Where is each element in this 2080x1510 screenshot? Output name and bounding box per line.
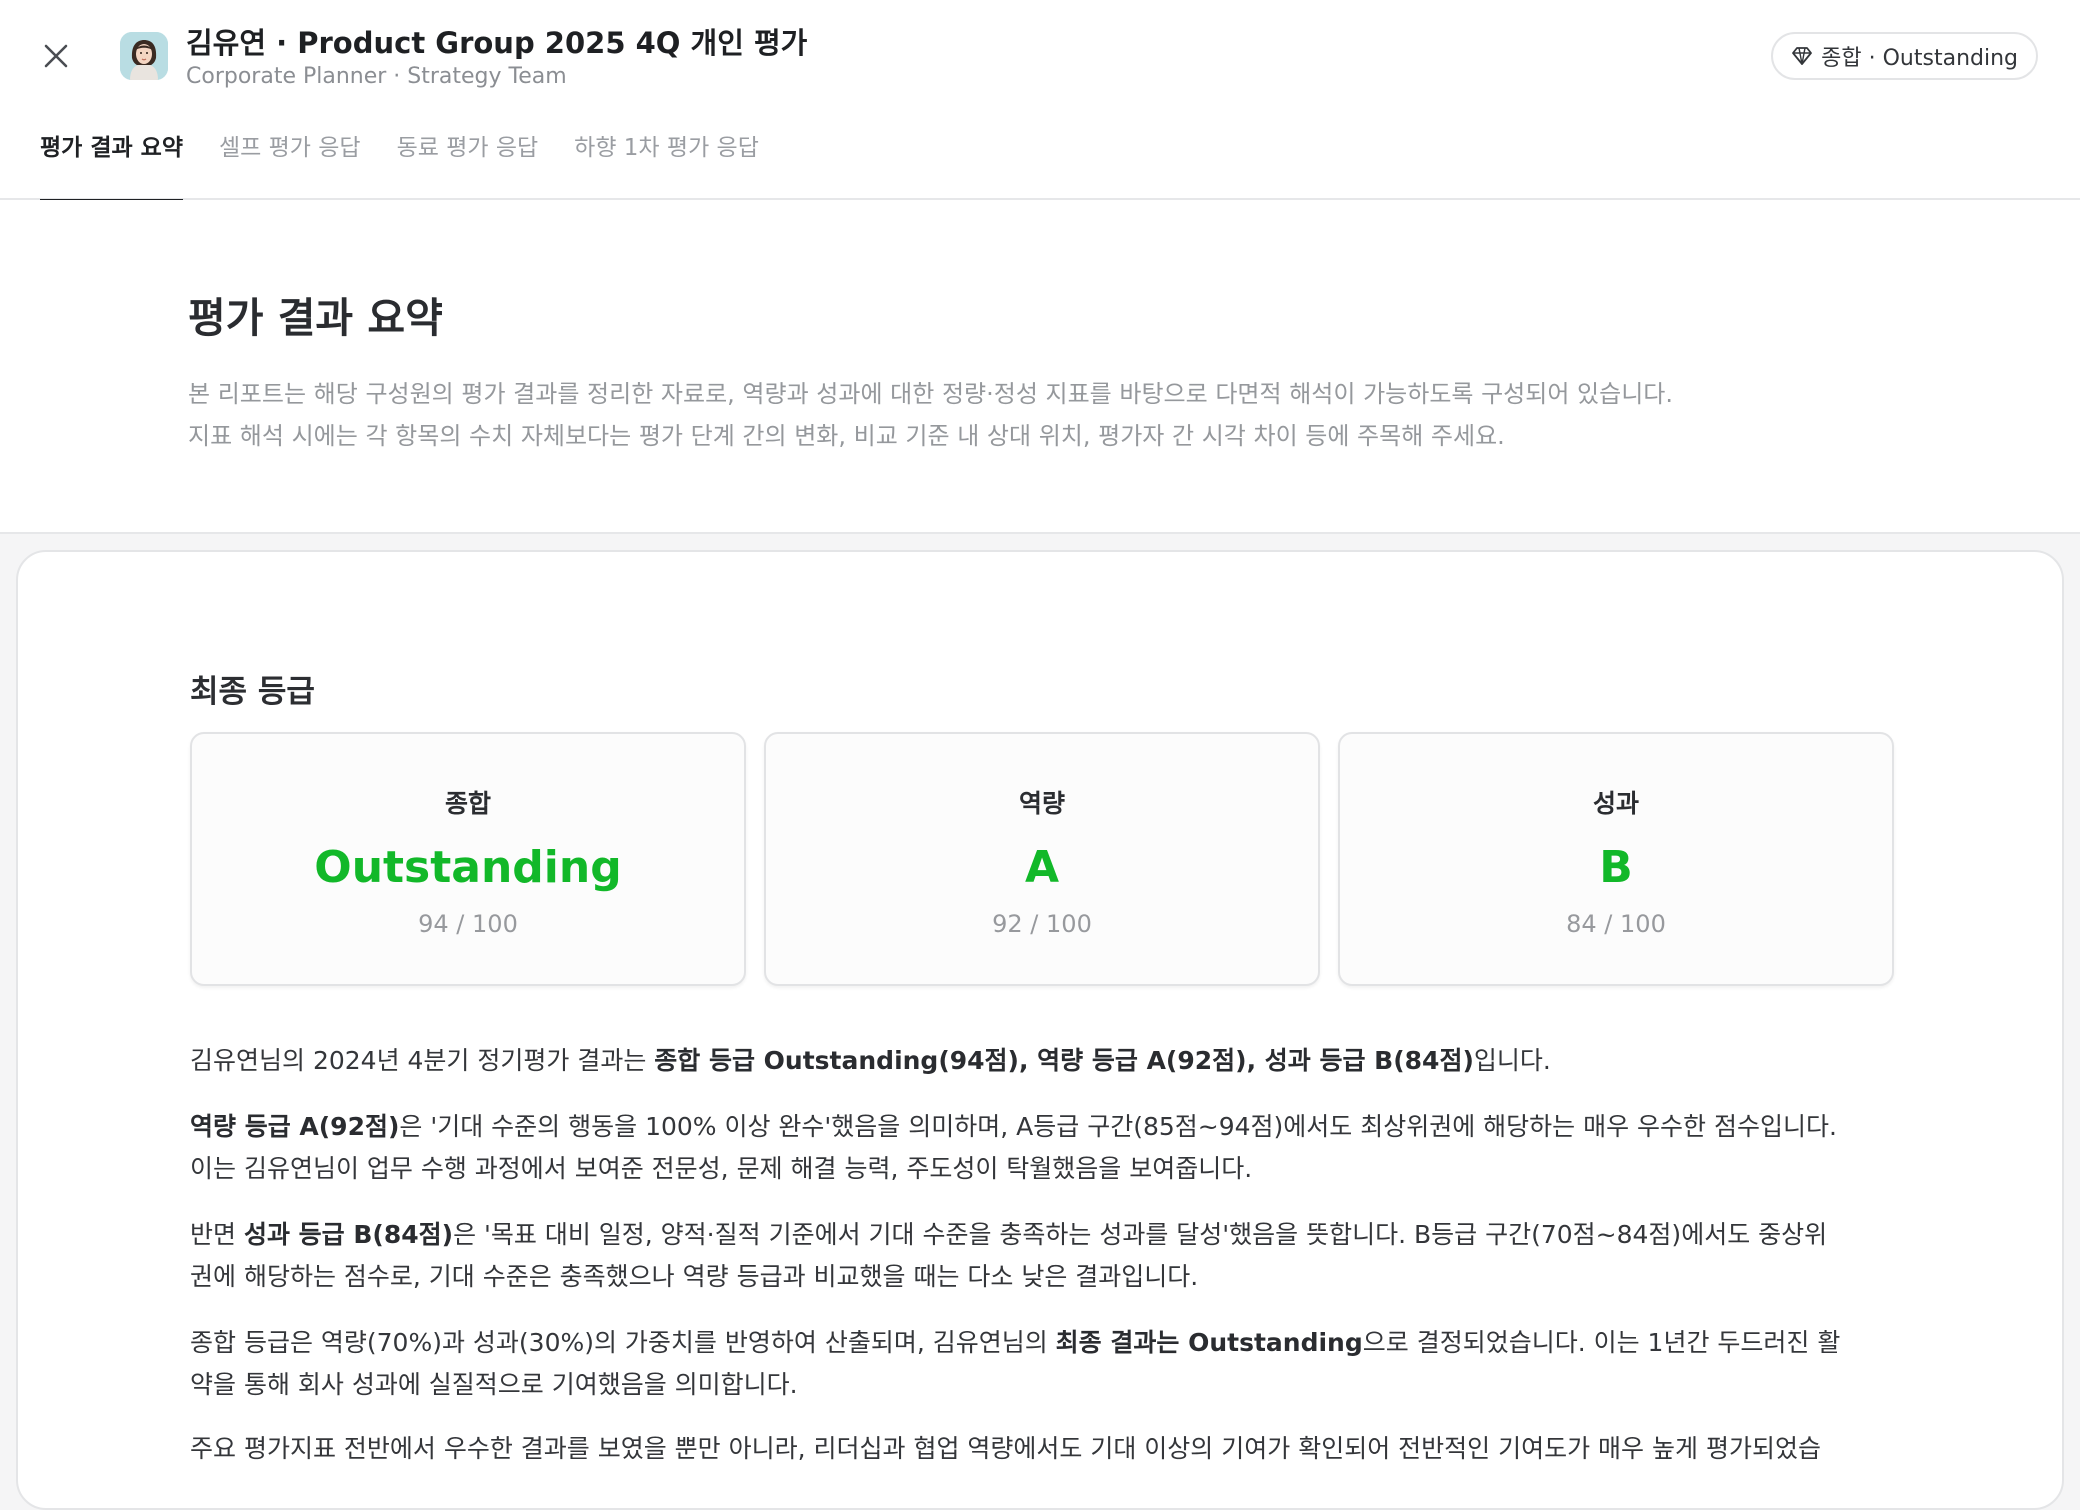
- grade-card-score: 92 / 100: [992, 910, 1092, 938]
- close-icon: [44, 44, 68, 68]
- text: 으로 결정되었습니다. 이는 1년간 두드러진 활: [1362, 1328, 1841, 1357]
- text: 은 '기대 수준의 행동을 100% 이상 완수'했음을 의미하며, A등급 구…: [399, 1112, 1837, 1141]
- intro-section: 평가 결과 요약 본 리포트는 해당 구성원의 평가 결과를 정리한 자료로, …: [0, 200, 2080, 534]
- text: 은 '목표 대비 일정, 양적·질적 기준에서 기대 수준을 충족하는 성과를 …: [453, 1220, 1828, 1249]
- summary-paragraph-3: 반면 성과 등급 B(84점)은 '목표 대비 일정, 양적·질적 기준에서 기…: [190, 1214, 1910, 1298]
- text: 이는 김유연님이 업무 수행 과정에서 보여준 전문성, 문제 해결 능력, 주…: [190, 1154, 1253, 1183]
- grade-card-performance: 성과 B 84 / 100: [1338, 732, 1894, 986]
- text: 권에 해당하는 점수로, 기대 수준은 충족했으나 역량 등급과 비교했을 때는…: [190, 1262, 1199, 1291]
- grade-card-score: 94 / 100: [418, 910, 518, 938]
- tab-summary[interactable]: 평가 결과 요약: [40, 128, 183, 202]
- grade-card-grade: Outstanding: [314, 842, 622, 893]
- diamond-icon: [1792, 47, 1813, 65]
- page-header: 김유연 · Product Group 2025 4Q 개인 평가 Corpor…: [0, 0, 2080, 202]
- tab-bar: 평가 결과 요약 셀프 평가 응답 동료 평가 응답 하향 1차 평가 응답: [40, 128, 759, 202]
- grade-card-competency: 역량 A 92 / 100: [764, 732, 1320, 986]
- text: 김유연님의 2024년 4분기 정기평가 결과는: [190, 1046, 655, 1075]
- avatar: [120, 32, 168, 80]
- grade-card-grade: B: [1599, 842, 1633, 893]
- summary-paragraph-5: 주요 평가지표 전반에서 우수한 결과를 보였을 뿐만 아니라, 리더십과 협업…: [190, 1434, 1821, 1463]
- text: 종합 등급은 역량(70%)과 성과(30%)의 가중치를 반영하여 산출되며,…: [190, 1328, 1056, 1357]
- grade-card-score: 84 / 100: [1566, 910, 1666, 938]
- summary-paragraph-2: 역량 등급 A(92점)은 '기대 수준의 행동을 100% 이상 완수'했음을…: [190, 1106, 1910, 1190]
- tab-self-review[interactable]: 셀프 평가 응답: [219, 128, 361, 200]
- emphasis: 종합 등급 Outstanding(94점), 역량 등급 A(92점), 성과…: [654, 1046, 1474, 1075]
- close-button[interactable]: [36, 36, 76, 76]
- text: 입니다.: [1473, 1046, 1551, 1075]
- overall-grade-badge-label: 종합 · Outstanding: [1821, 46, 2018, 71]
- grade-card-grade: A: [1024, 842, 1060, 893]
- text: 약을 통해 회사 성과에 실질적으로 기여했음을 의미합니다.: [190, 1370, 798, 1399]
- summary-paragraph-4: 종합 등급은 역량(70%)과 성과(30%)의 가중치를 반영하여 산출되며,…: [190, 1322, 1910, 1406]
- text: 반면: [190, 1220, 244, 1249]
- final-grade-title: 최종 등급: [190, 674, 315, 710]
- grade-card-overall: 종합 Outstanding 94 / 100: [190, 732, 746, 986]
- result-card: 최종 등급 종합 Outstanding 94 / 100 역량 A 92 / …: [16, 550, 2064, 1510]
- user-role: Corporate Planner · Strategy Team: [186, 64, 567, 89]
- tab-peer-review[interactable]: 동료 평가 응답: [397, 128, 539, 200]
- section-heading: 평가 결과 요약: [188, 294, 443, 342]
- intro-description-line-2: 지표 해석 시에는 각 항목의 수치 자체보다는 평가 단계 간의 변화, 비교…: [188, 422, 1505, 450]
- page-title: 김유연 · Product Group 2025 4Q 개인 평가: [186, 26, 808, 60]
- emphasis: 최종 결과는 Outstanding: [1055, 1328, 1363, 1357]
- summary-paragraph-1: 김유연님의 2024년 4분기 정기평가 결과는 종합 등급 Outstandi…: [190, 1040, 1910, 1082]
- tab-downward-review[interactable]: 하향 1차 평가 응답: [574, 128, 759, 200]
- emphasis: 성과 등급 B(84점): [243, 1220, 454, 1249]
- emphasis: 역량 등급 A(92점): [190, 1112, 400, 1141]
- overall-grade-badge: 종합 · Outstanding: [1771, 32, 2038, 80]
- grade-card-label: 성과: [1592, 789, 1639, 818]
- grade-card-label: 역량: [1018, 789, 1065, 818]
- intro-description-line-1: 본 리포트는 해당 구성원의 평가 결과를 정리한 자료로, 역량과 성과에 대…: [188, 380, 1674, 408]
- grade-card-label: 종합: [444, 789, 491, 818]
